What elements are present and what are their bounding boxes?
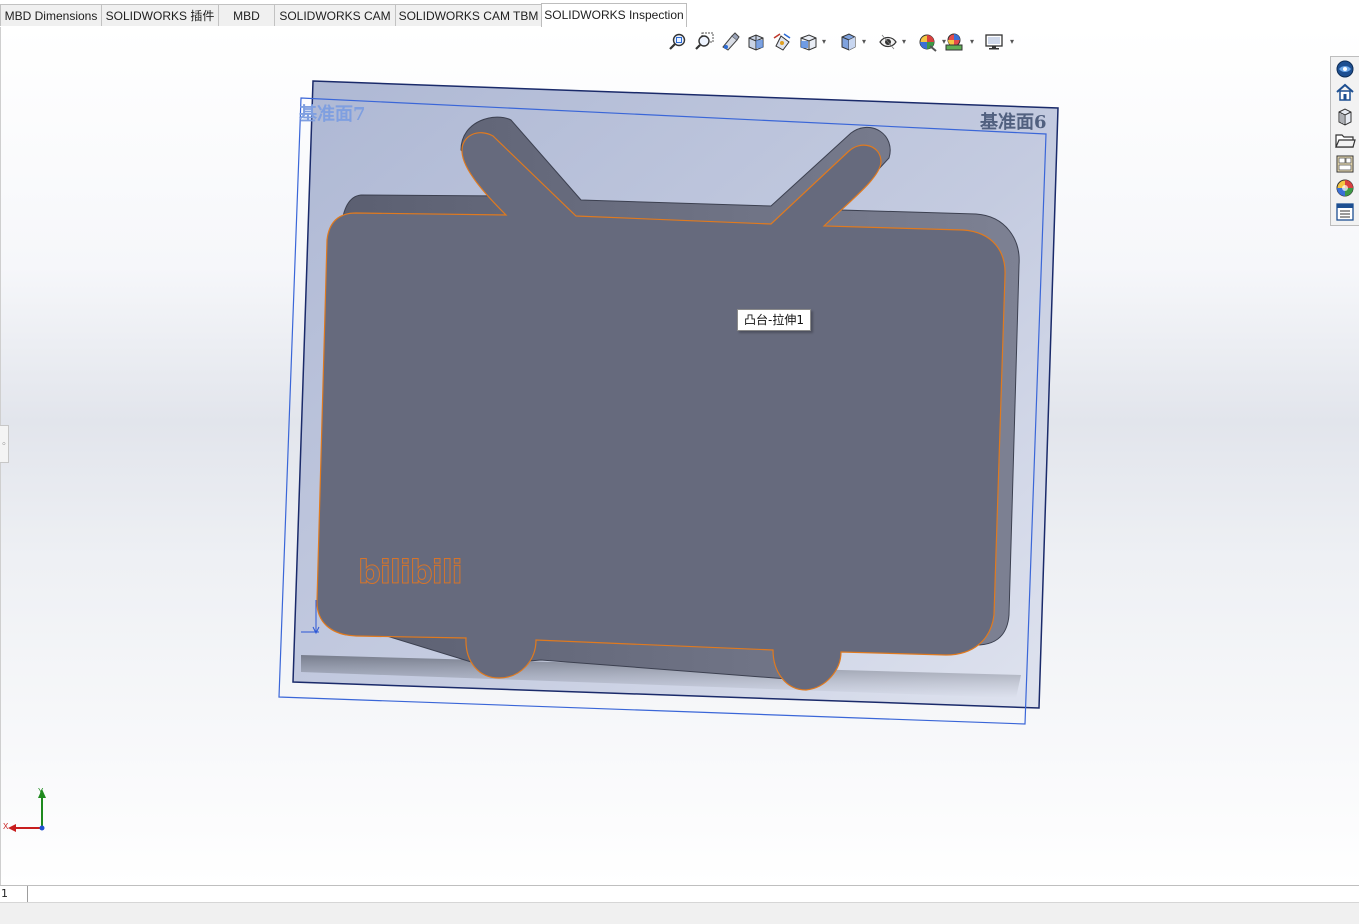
bilibili-logo-text: bilibili <box>358 553 464 592</box>
collapse-handle-icon: ◦ <box>1 440 7 450</box>
apply-scene-icon[interactable] <box>944 32 964 52</box>
tab-solidworks-addins[interactable]: SOLIDWORKS 插件 <box>101 4 219 26</box>
triad-y-label: Y <box>38 787 44 796</box>
view-settings-dropdown-icon[interactable]: ▾ <box>1010 38 1017 46</box>
plane-label-7[interactable]: 基准面7 <box>299 100 366 126</box>
hide-show-items-icon[interactable] <box>878 32 898 52</box>
status-bar <box>0 902 1359 924</box>
model-tab[interactable]: 1 <box>0 886 28 902</box>
tab-mbd[interactable]: MBD <box>218 4 275 26</box>
tab-solidworks-inspection[interactable]: SOLIDWORKS Inspection <box>541 3 687 27</box>
heads-up-view-toolbar: ▾ ▾ ▾ ▾ ▾ ▾ <box>664 30 1024 54</box>
design-library-icon[interactable] <box>1333 105 1357 127</box>
feature-tooltip: 凸台-拉伸1 <box>737 309 811 331</box>
model-tabs-bar: 1 <box>0 885 1359 903</box>
graphics-area[interactable]: bilibili Y X <box>0 27 1359 885</box>
triad-x-label: X <box>3 822 9 831</box>
custom-properties-icon[interactable] <box>1333 201 1357 223</box>
task-pane-tabs <box>1330 56 1359 226</box>
view-settings-icon[interactable] <box>984 32 1004 52</box>
tab-solidworks-cam[interactable]: SOLIDWORKS CAM <box>274 4 396 26</box>
zoom-to-fit-icon[interactable] <box>668 32 688 52</box>
view-orientation-dropdown-icon[interactable]: ▾ <box>822 38 829 46</box>
previous-view-icon[interactable] <box>720 32 740 52</box>
hide-show-dropdown-icon[interactable]: ▾ <box>902 38 909 46</box>
model-scene[interactable] <box>1 27 1359 885</box>
plane-label-6[interactable]: 基准面6 <box>980 108 1047 134</box>
dynamic-annotation-views-icon[interactable] <box>772 32 792 52</box>
appearances-scenes-icon[interactable] <box>1333 177 1357 199</box>
home-icon[interactable] <box>1333 81 1357 103</box>
section-view-icon[interactable] <box>746 32 766 52</box>
tab-solidworks-cam-tbm[interactable]: SOLIDWORKS CAM TBM <box>395 4 542 26</box>
edit-appearance-icon[interactable] <box>918 32 938 52</box>
view-palette-icon[interactable] <box>1333 153 1357 175</box>
display-style-icon[interactable] <box>838 32 858 52</box>
command-manager-tabs: MBD Dimensions SOLIDWORKS 插件 MBD SOLIDWO… <box>0 0 1359 28</box>
view-orientation-icon[interactable] <box>798 32 818 52</box>
zoom-to-area-icon[interactable] <box>694 32 714 52</box>
feature-manager-collapse-handle[interactable]: ◦ <box>0 425 9 463</box>
file-explorer-icon[interactable] <box>1333 129 1357 151</box>
apply-scene-dropdown-icon[interactable]: ▾ <box>970 38 977 46</box>
display-style-dropdown-icon[interactable]: ▾ <box>862 38 869 46</box>
tab-mbd-dimensions[interactable]: MBD Dimensions <box>0 4 102 26</box>
solidworks-resources-icon[interactable] <box>1333 58 1357 80</box>
